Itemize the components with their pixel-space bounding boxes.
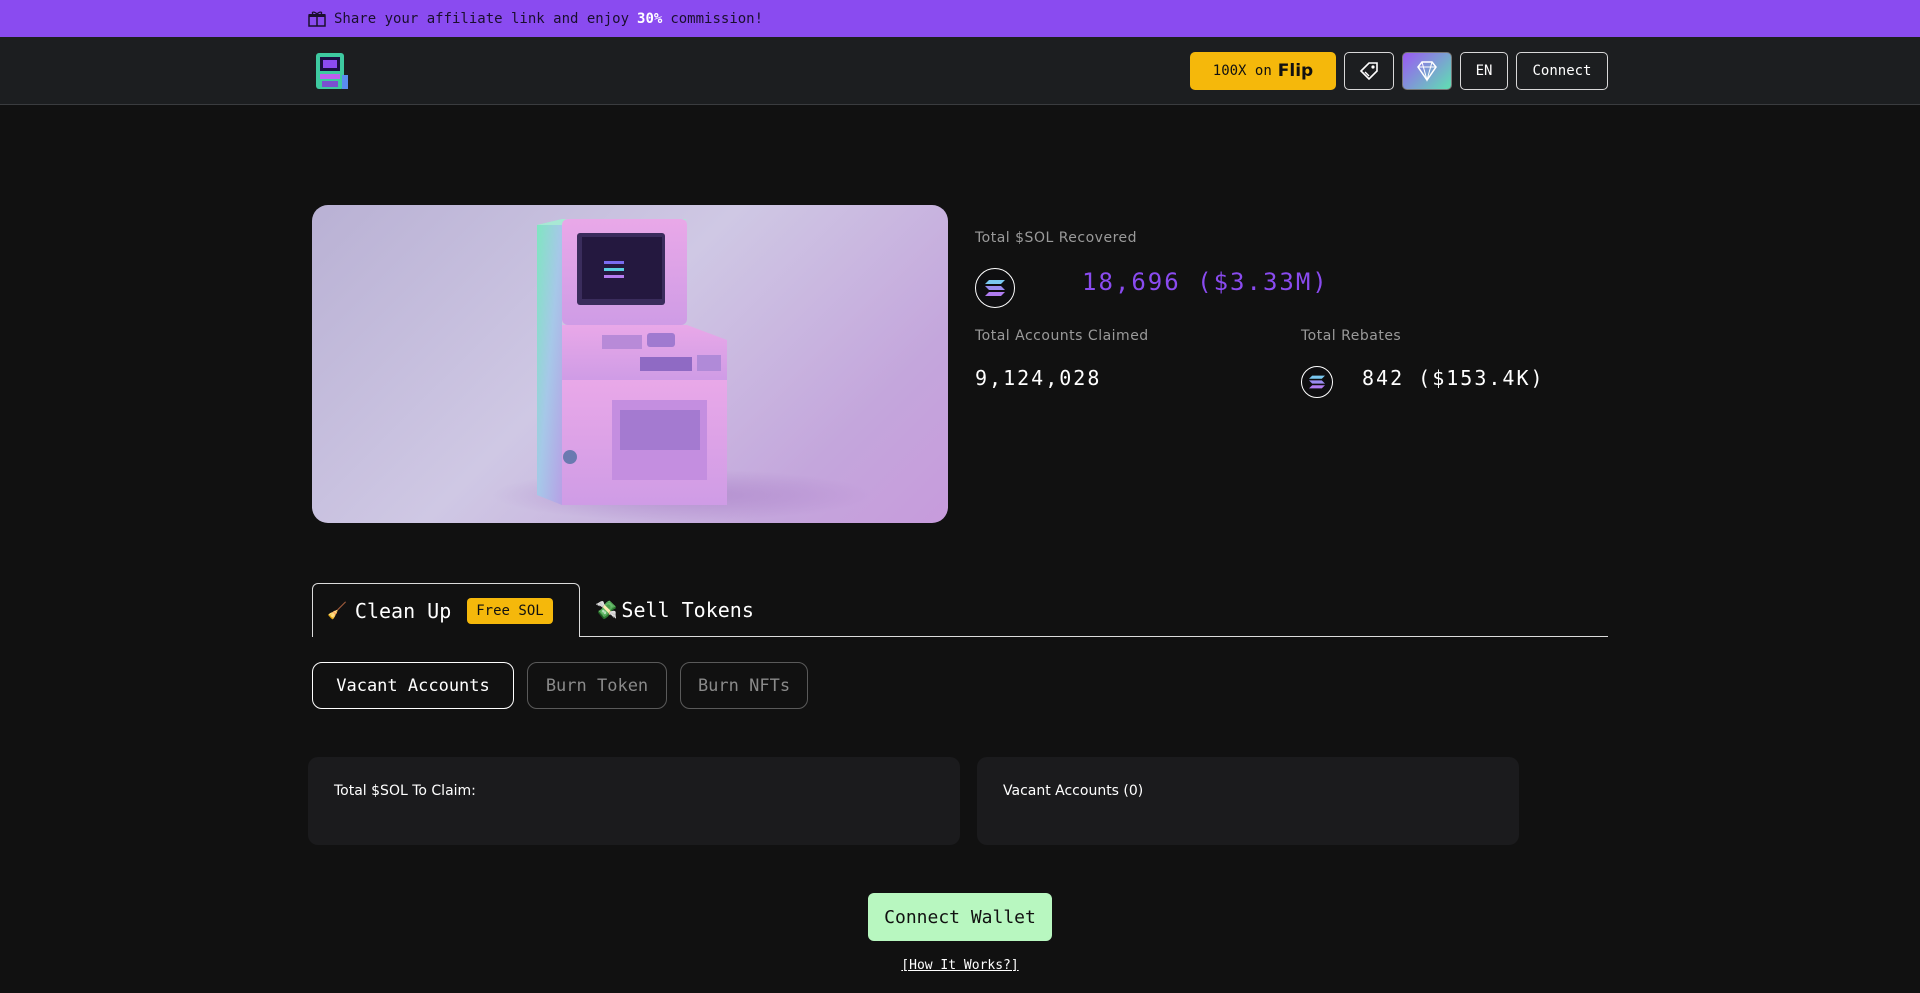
premium-gem-button[interactable] [1402, 52, 1452, 90]
connect-button[interactable]: Connect [1516, 52, 1608, 90]
main-tabs: 🧹 Clean Up Free SOL 💸 Sell Tokens [312, 583, 1608, 637]
arcade-machine-logo-icon[interactable] [312, 51, 352, 91]
vacant-accounts-label: Vacant Accounts (0) [1003, 783, 1144, 799]
tag-icon [1359, 62, 1378, 81]
affiliate-banner[interactable]: Share your affiliate link and enjoy 30% … [0, 0, 1920, 37]
flip-promo-button[interactable]: 100X on Flip [1190, 52, 1336, 90]
subtab-burn-nfts[interactable]: Burn NFTs [680, 662, 808, 709]
total-recovered-value: 18,696 ($3.33M) [1082, 268, 1329, 296]
flip-promo-prefix: 100X on [1212, 63, 1272, 79]
flip-brand-name: Flip [1277, 61, 1314, 81]
connect-wallet-button[interactable]: Connect Wallet [868, 893, 1052, 941]
subtab-vacant-accounts[interactable]: Vacant Accounts [312, 662, 514, 709]
claim-summary-card: Total $SOL To Claim: [308, 757, 960, 845]
tab-clean-up-label: Clean Up [354, 598, 452, 623]
free-sol-badge: Free SOL [467, 597, 553, 624]
tab-clean-up[interactable]: 🧹 Clean Up Free SOL [312, 583, 580, 637]
accounts-claimed-label: Total Accounts Claimed [975, 328, 1149, 344]
banner-text-before: Share your affiliate link and enjoy [334, 10, 630, 27]
language-selector[interactable]: EN [1460, 52, 1508, 90]
gift-icon [308, 10, 326, 27]
money-icon: 💸 [595, 599, 618, 621]
how-it-works-link[interactable]: [How It Works?] [0, 958, 1920, 973]
claim-total-label: Total $SOL To Claim: [334, 783, 476, 799]
subtab-burn-token[interactable]: Burn Token [527, 662, 667, 709]
diamond-icon [1417, 61, 1437, 82]
solana-icon [975, 268, 1015, 308]
banner-text-after: commission! [670, 10, 764, 27]
affiliate-banner-content[interactable]: Share your affiliate link and enjoy 30% … [308, 0, 763, 37]
total-rebates-label: Total Rebates [1301, 328, 1402, 344]
banner-commission-highlight: 30% [637, 10, 663, 27]
tag-button[interactable] [1344, 52, 1394, 90]
tab-sell-tokens[interactable]: 💸 Sell Tokens [595, 583, 754, 637]
vacant-accounts-card: Vacant Accounts (0) [977, 757, 1519, 845]
tab-sell-tokens-label: Sell Tokens [621, 598, 754, 622]
site-header: 100X on Flip EN Connect [0, 37, 1920, 105]
broom-icon: 🧹 [327, 601, 347, 620]
total-rebates-value: 842 ($153.4K) [1362, 366, 1545, 390]
total-recovered-label: Total $SOL Recovered [975, 230, 1138, 246]
atm-machine-illustration [312, 205, 948, 523]
accounts-claimed-value: 9,124,028 [975, 366, 1102, 390]
solana-icon [1301, 366, 1333, 398]
